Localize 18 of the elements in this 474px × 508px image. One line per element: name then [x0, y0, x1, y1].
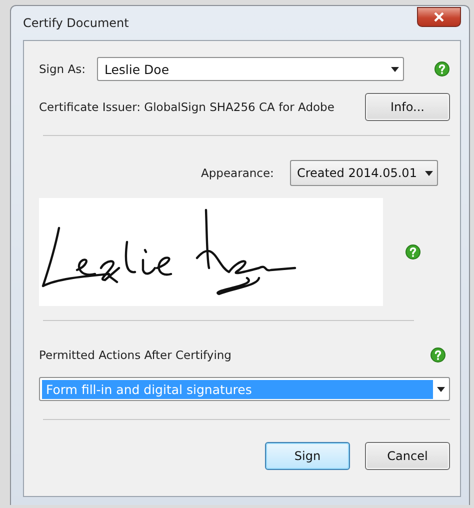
- help-icon[interactable]: [434, 61, 450, 77]
- certificate-issuer-text: Certificate Issuer: GlobalSign SHA256 CA for Adobe: [39, 100, 334, 114]
- sign-as-label: Sign As:: [39, 62, 86, 76]
- appearance-dropdown[interactable]: Created 2014.05.01: [290, 160, 438, 186]
- appearance-label: Appearance:: [201, 166, 274, 180]
- window-title: Certify Document: [23, 16, 129, 30]
- permitted-actions-label: Permitted Actions After Certifying: [39, 348, 232, 362]
- caret-icon: [391, 66, 399, 72]
- help-icon[interactable]: [430, 347, 446, 363]
- close-button[interactable]: [417, 7, 461, 27]
- caret-icon: [424, 170, 433, 176]
- help-icon[interactable]: [405, 244, 421, 260]
- info-button[interactable]: Info...: [365, 93, 450, 121]
- sign-as-dropdown[interactable]: Leslie Doe: [97, 57, 404, 81]
- close-icon: [434, 12, 444, 22]
- cancel-button[interactable]: Cancel: [365, 442, 450, 470]
- caret-icon: [437, 386, 445, 392]
- sign-button[interactable]: Sign: [265, 442, 350, 470]
